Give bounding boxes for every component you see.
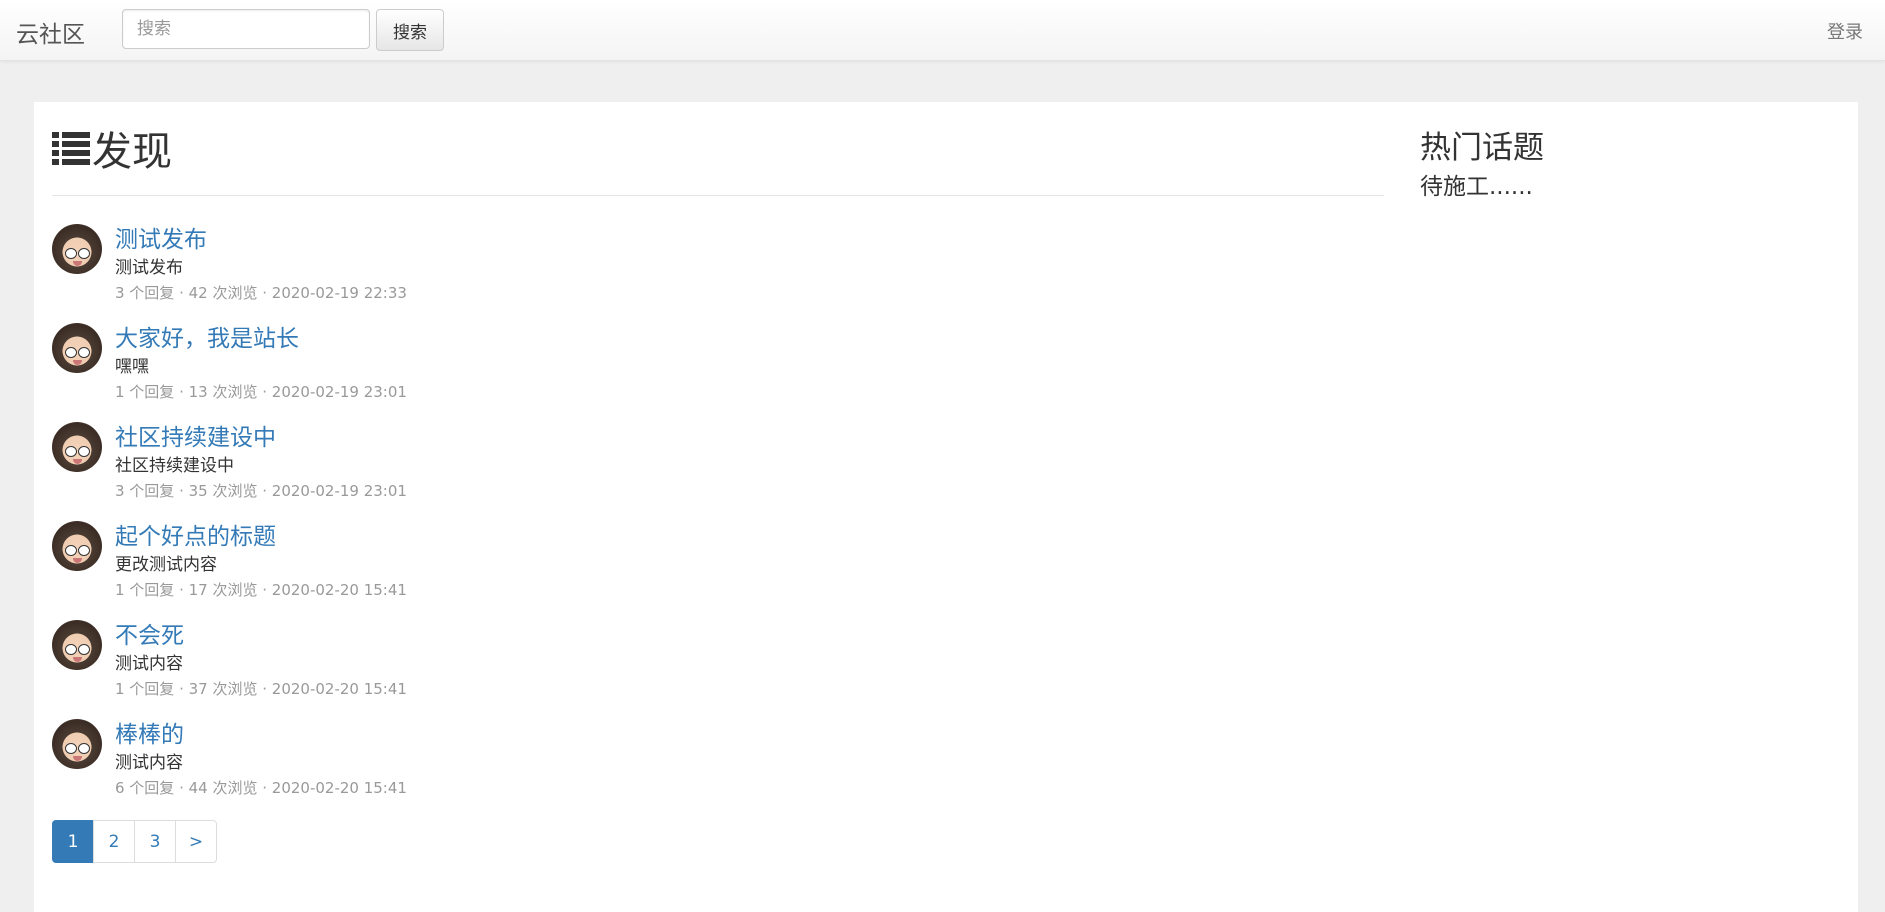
topic-description: 测试发布 xyxy=(115,258,183,278)
page-next-link[interactable]: > xyxy=(175,820,217,863)
topic-description: 测试内容 xyxy=(115,753,183,773)
topic-title-link[interactable]: 测试发布 xyxy=(115,220,207,254)
topic-item: 大家好，我是站长 嘿嘿 1 个回复 · 13 次浏览 · 2020-02-19 … xyxy=(52,319,1384,418)
avatar[interactable] xyxy=(52,422,102,472)
navbar: 云社区 搜索 登录 xyxy=(0,0,1885,61)
topic-meta: 1 个回复 · 17 次浏览 · 2020-02-20 15:41 xyxy=(115,581,407,599)
topic-meta: 1 个回复 · 37 次浏览 · 2020-02-20 15:41 xyxy=(115,680,407,698)
topic-title-link[interactable]: 不会死 xyxy=(115,616,184,650)
page-link-1[interactable]: 1 xyxy=(52,820,94,863)
topic-meta: 3 个回复 · 35 次浏览 · 2020-02-19 23:01 xyxy=(115,482,407,500)
topic-title-link[interactable]: 起个好点的标题 xyxy=(115,517,276,551)
topic-item: 起个好点的标题 更改测试内容 1 个回复 · 17 次浏览 · 2020-02-… xyxy=(52,517,1384,616)
topic-title-link[interactable]: 社区持续建设中 xyxy=(115,418,276,452)
pagination: 1 2 3 > xyxy=(52,820,217,863)
topic-meta: 6 个回复 · 44 次浏览 · 2020-02-20 15:41 xyxy=(115,779,407,797)
avatar[interactable] xyxy=(52,224,102,274)
main-container: 发现 测试发布 测试发布 3 个回复 · 42 次浏览 · 2020-02-19… xyxy=(34,102,1858,912)
title-divider xyxy=(52,195,1384,196)
page-title: 发现 xyxy=(52,122,172,175)
login-link[interactable]: 登录 xyxy=(1827,18,1863,44)
topic-title-link[interactable]: 大家好，我是站长 xyxy=(115,319,299,353)
avatar[interactable] xyxy=(52,521,102,571)
list-icon xyxy=(52,132,90,165)
page-title-text: 发现 xyxy=(92,129,172,175)
avatar[interactable] xyxy=(52,719,102,769)
avatar[interactable] xyxy=(52,323,102,373)
sidebar-text: 待施工...... xyxy=(1420,174,1533,200)
topic-item: 不会死 测试内容 1 个回复 · 37 次浏览 · 2020-02-20 15:… xyxy=(52,616,1384,715)
topic-meta: 3 个回复 · 42 次浏览 · 2020-02-19 22:33 xyxy=(115,284,407,302)
topic-meta: 1 个回复 · 13 次浏览 · 2020-02-19 23:01 xyxy=(115,383,407,401)
brand-logo[interactable]: 云社区 xyxy=(16,15,85,49)
page-link-2[interactable]: 2 xyxy=(93,820,135,863)
page-link-3[interactable]: 3 xyxy=(134,820,176,863)
topic-list: 测试发布 测试发布 3 个回复 · 42 次浏览 · 2020-02-19 22… xyxy=(52,220,1384,814)
topic-description: 测试内容 xyxy=(115,654,183,674)
topic-item: 测试发布 测试发布 3 个回复 · 42 次浏览 · 2020-02-19 22… xyxy=(52,220,1384,319)
sidebar-title: 热门话题 xyxy=(1420,130,1544,166)
topic-description: 嘿嘿 xyxy=(115,357,149,377)
topic-description: 社区持续建设中 xyxy=(115,456,234,476)
topic-title-link[interactable]: 棒棒的 xyxy=(115,715,184,749)
topic-item: 社区持续建设中 社区持续建设中 3 个回复 · 35 次浏览 · 2020-02… xyxy=(52,418,1384,517)
topic-description: 更改测试内容 xyxy=(115,555,217,575)
topic-item: 棒棒的 测试内容 6 个回复 · 44 次浏览 · 2020-02-20 15:… xyxy=(52,715,1384,814)
avatar[interactable] xyxy=(52,620,102,670)
search-input[interactable] xyxy=(122,9,370,49)
search-button[interactable]: 搜索 xyxy=(376,9,444,51)
